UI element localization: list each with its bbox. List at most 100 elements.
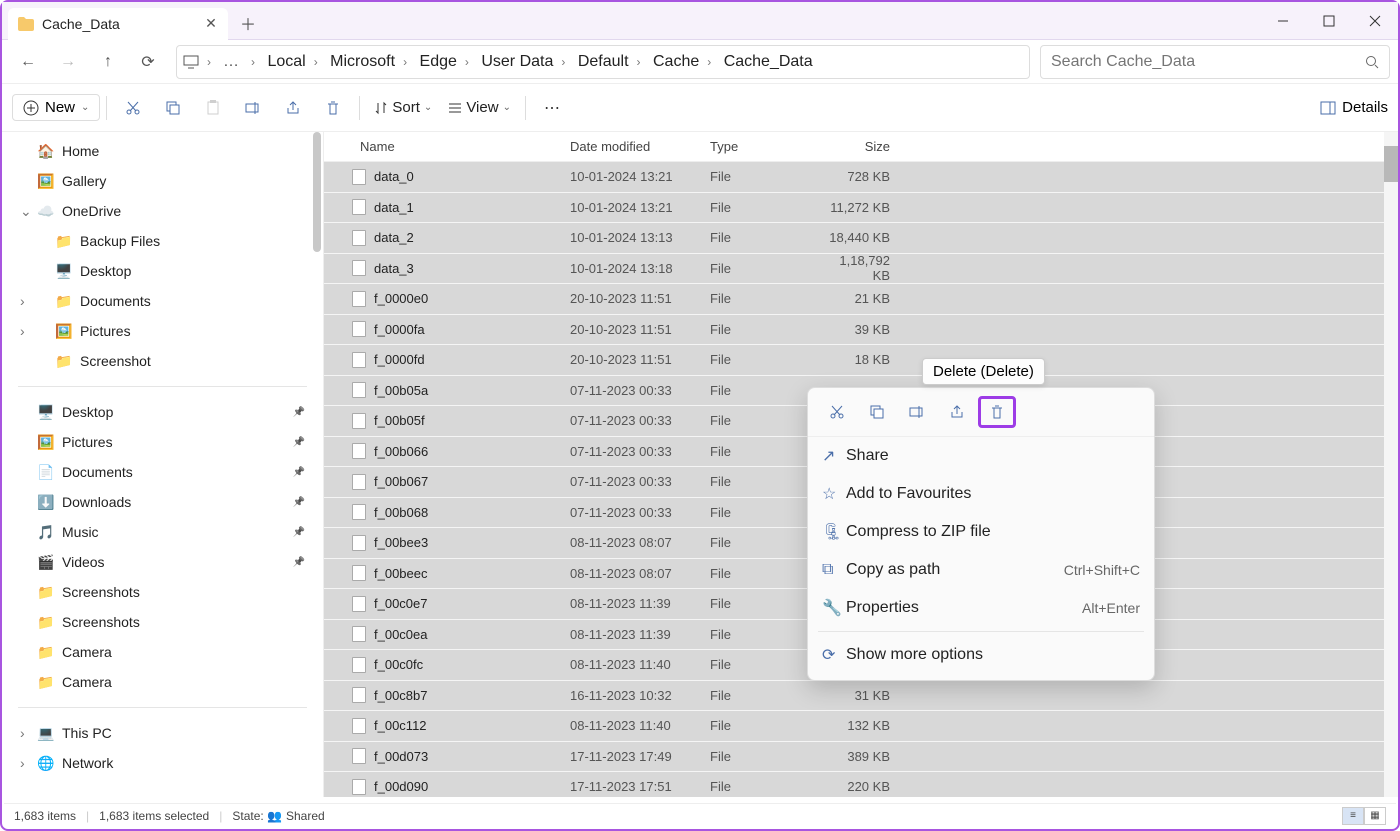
sidebar-item[interactable]: 🖼️ Gallery — [8, 166, 317, 196]
ctx-cut-button[interactable] — [818, 396, 856, 428]
column-type[interactable]: Type — [710, 139, 822, 154]
breadcrumb-segment[interactable]: Microsoft — [330, 53, 395, 70]
sidebar-label: Documents — [62, 464, 133, 480]
file-row[interactable]: f_00c112 08-11-2023 11:40 File 132 KB — [324, 711, 1384, 742]
sidebar-label: Screenshots — [62, 614, 140, 630]
ctx-item[interactable]: ⧉ Copy as path Ctrl+Shift+C — [808, 551, 1154, 589]
file-row[interactable]: data_1 10-01-2024 13:21 File 11,272 KB — [324, 193, 1384, 224]
breadcrumb[interactable]: › … › Local› Microsoft› Edge› User Data›… — [176, 45, 1030, 79]
sidebar-item[interactable]: 📁 Screenshots — [8, 607, 317, 637]
file-row[interactable]: f_00c8b7 16-11-2023 10:32 File 31 KB — [324, 681, 1384, 712]
sidebar-label: Camera — [62, 644, 112, 660]
copy-button[interactable] — [153, 100, 193, 116]
ctx-item[interactable]: 🗜 Compress to ZIP file — [808, 513, 1154, 551]
minimize-button[interactable] — [1260, 5, 1306, 37]
maximize-button[interactable] — [1306, 5, 1352, 37]
ctx-rename-button[interactable] — [898, 396, 936, 428]
grid-view-toggle[interactable]: ▦ — [1364, 807, 1386, 825]
folder-icon: 📁 — [38, 584, 54, 601]
sidebar-item[interactable]: 📁 Camera — [8, 637, 317, 667]
up-button[interactable]: ↑ — [90, 44, 126, 80]
sidebar-item[interactable]: 📁 Backup Files — [8, 226, 317, 256]
scrollbar[interactable] — [1384, 132, 1398, 797]
back-button[interactable]: ← — [10, 44, 46, 80]
sidebar-label: Home — [62, 143, 99, 159]
ctx-item[interactable]: ⟳ Show more options — [808, 636, 1154, 674]
file-row[interactable]: data_0 10-01-2024 13:21 File 728 KB — [324, 162, 1384, 193]
search-input[interactable] — [1051, 53, 1365, 71]
file-row[interactable]: data_3 10-01-2024 13:18 File 1,18,792 KB — [324, 254, 1384, 285]
delete-button[interactable] — [313, 100, 353, 116]
rename-button[interactable] — [233, 100, 273, 116]
new-button[interactable]: New ⌄ — [12, 94, 100, 121]
sidebar-item[interactable]: 📁 Screenshots — [8, 577, 317, 607]
sidebar-item-onedrive[interactable]: ☁️ OneDrive — [8, 196, 317, 226]
share-button[interactable] — [273, 100, 313, 116]
ctx-delete-button[interactable] — [978, 396, 1016, 428]
view-button[interactable]: View ⌄ — [440, 99, 519, 116]
documents-icon: 📄 — [38, 464, 54, 481]
pc-icon: 💻 — [38, 725, 54, 742]
ctx-copy-button[interactable] — [858, 396, 896, 428]
file-type: File — [710, 474, 822, 489]
sidebar-item[interactable]: 📁 Documents — [8, 286, 317, 316]
shared-icon: 👥 — [264, 809, 282, 823]
sidebar-item[interactable]: 🎵 Music — [8, 517, 317, 547]
forward-button[interactable]: → — [50, 44, 86, 80]
folder-icon: 📁 — [56, 233, 72, 250]
breadcrumb-segment[interactable]: User Data — [481, 53, 553, 70]
ctx-item[interactable]: ↗ Share — [808, 437, 1154, 475]
sidebar-item[interactable]: 🎬 Videos — [8, 547, 317, 577]
active-tab[interactable]: Cache_Data ✕ — [8, 8, 228, 40]
breadcrumb-segment[interactable]: Default — [578, 53, 629, 70]
sidebar-item[interactable]: 📁 Screenshot — [8, 346, 317, 376]
sidebar-item[interactable]: 📄 Documents — [8, 457, 317, 487]
sidebar-item[interactable]: ⬇️ Downloads — [8, 487, 317, 517]
sidebar-item[interactable]: 🖥️ Desktop — [8, 397, 317, 427]
breadcrumb-segment[interactable]: Edge — [420, 53, 457, 70]
breadcrumb-segment[interactable]: Cache_Data — [724, 53, 813, 70]
paste-button[interactable] — [193, 100, 233, 116]
file-icon — [352, 382, 366, 398]
breadcrumb-segment[interactable]: Cache — [653, 53, 699, 70]
sort-button[interactable]: Sort ⌄ — [366, 99, 440, 116]
sidebar-item[interactable]: 📁 Camera — [8, 667, 317, 697]
file-row[interactable]: f_0000fd 20-10-2023 11:51 File 18 KB — [324, 345, 1384, 376]
column-date[interactable]: Date modified — [570, 139, 710, 154]
sidebar-item[interactable]: 🌐 Network — [8, 748, 317, 778]
more-button[interactable]: ⋯ — [532, 98, 572, 118]
file-row[interactable]: f_0000fa 20-10-2023 11:51 File 39 KB — [324, 315, 1384, 346]
sidebar-item[interactable]: 🏠 Home — [8, 136, 317, 166]
column-size[interactable]: Size — [822, 139, 900, 154]
ctx-item[interactable]: ☆ Add to Favourites — [808, 475, 1154, 513]
file-row[interactable]: f_00d090 17-11-2023 17:51 File 220 KB — [324, 772, 1384, 797]
sidebar-item[interactable]: 🖼️ Pictures — [8, 316, 317, 346]
file-row[interactable]: f_0000e0 20-10-2023 11:51 File 21 KB — [324, 284, 1384, 315]
details-pane-button[interactable]: Details — [1320, 99, 1388, 116]
column-name[interactable]: Name — [324, 139, 570, 154]
sidebar-label: Desktop — [80, 263, 131, 279]
file-icon — [352, 779, 366, 795]
breadcrumb-overflow[interactable]: … — [223, 53, 239, 71]
cut-button[interactable] — [113, 100, 153, 116]
sidebar-item[interactable]: 🖥️ Desktop — [8, 256, 317, 286]
search-box[interactable] — [1040, 45, 1390, 79]
scrollbar-thumb[interactable] — [1384, 146, 1398, 182]
breadcrumb-segment[interactable]: Local — [267, 53, 305, 70]
file-date: 07-11-2023 00:33 — [570, 413, 710, 428]
new-tab-button[interactable]: ＋ — [240, 11, 256, 35]
close-window-button[interactable] — [1352, 5, 1398, 37]
sidebar-label: Screenshot — [80, 353, 151, 369]
ctx-item[interactable]: 🔧 Properties Alt+Enter — [808, 589, 1154, 627]
list-view-toggle[interactable]: ≡ — [1342, 807, 1364, 825]
ctx-share-button[interactable] — [938, 396, 976, 428]
refresh-button[interactable]: ⟳ — [130, 44, 166, 80]
file-name: f_00c112 — [374, 718, 427, 733]
file-date: 10-01-2024 13:13 — [570, 230, 710, 245]
tab-close-icon[interactable]: ✕ — [204, 15, 218, 32]
file-row[interactable]: data_2 10-01-2024 13:13 File 18,440 KB — [324, 223, 1384, 254]
statusbar: 1,683 items | 1,683 items selected | Sta… — [4, 803, 1396, 827]
sidebar-item[interactable]: 💻 This PC — [8, 718, 317, 748]
file-row[interactable]: f_00d073 17-11-2023 17:49 File 389 KB — [324, 742, 1384, 773]
sidebar-item[interactable]: 🖼️ Pictures — [8, 427, 317, 457]
